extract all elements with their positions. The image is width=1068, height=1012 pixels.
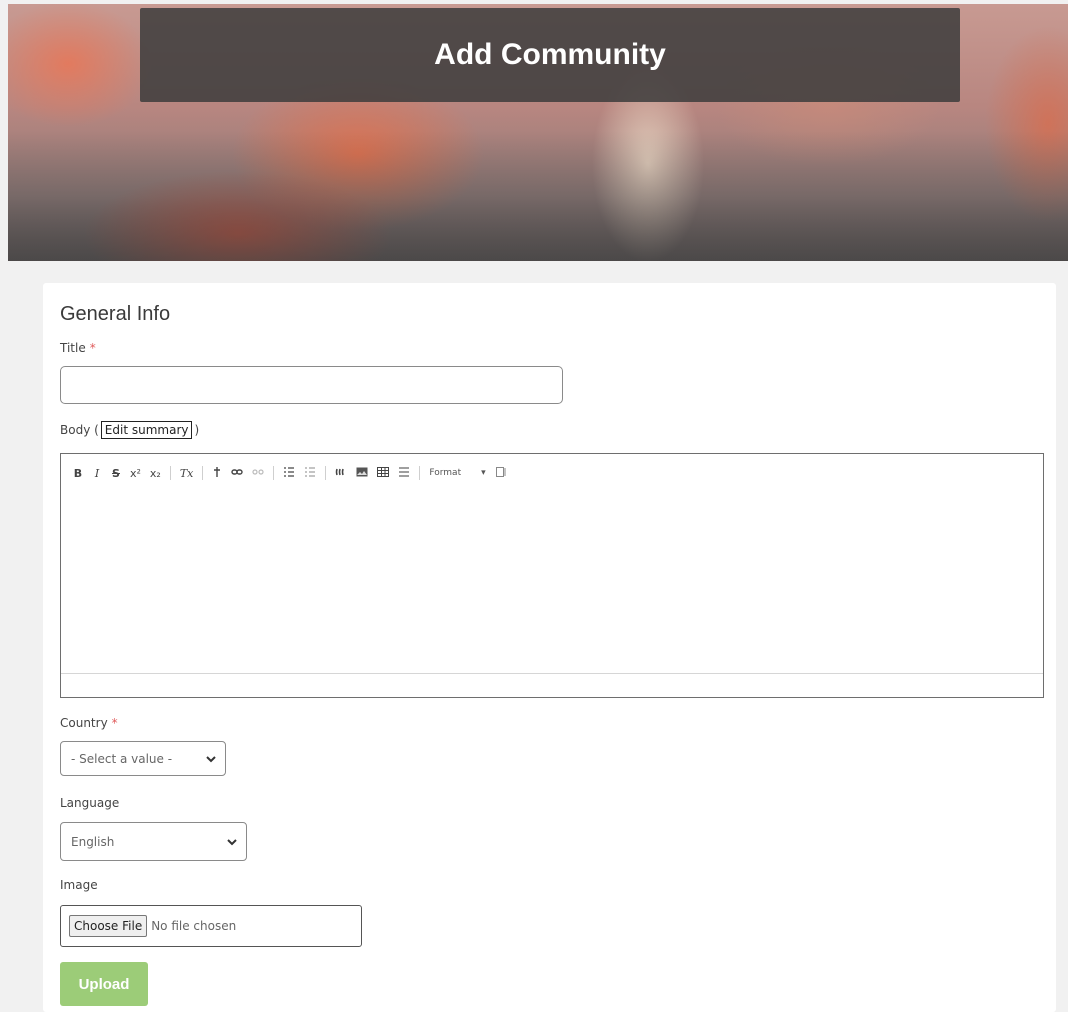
body-label: Body (Edit summary) [60,421,199,439]
edit-summary-button[interactable]: Edit summary [100,421,193,439]
bulleted-list-icon[interactable] [283,466,295,481]
subscript-button[interactable]: x₂ [150,467,161,480]
toolbar-separator [325,466,327,480]
required-mark: * [111,716,118,730]
anchor-icon[interactable] [212,466,222,481]
editor-status-bar [61,673,1043,697]
section-title: General Info [60,303,171,325]
remove-format-button[interactable]: Tx [180,467,194,480]
blockquote-icon[interactable] [335,467,347,480]
image-label: Image [60,878,98,892]
body-label-suffix: ) [194,423,200,437]
chevron-down-icon: ▾ [481,468,486,478]
country-select[interactable]: - Select a value - [60,741,226,776]
title-label-text: Title [60,341,86,355]
table-icon[interactable] [377,466,390,480]
format-dropdown[interactable]: Format ▾ [429,468,485,478]
horizontal-line-icon[interactable] [398,466,410,481]
title-input[interactable] [60,366,563,404]
page-title: Add Community [434,38,666,71]
superscript-button[interactable]: x² [130,467,141,480]
link-icon[interactable] [231,467,244,480]
hero-banner: Add Community [8,4,1068,261]
italic-button[interactable]: I [92,467,102,480]
toolbar-separator [202,466,204,480]
country-select-value: - Select a value - [71,751,173,766]
numbered-list-icon[interactable] [304,466,316,481]
form-card: General Info Title * Body (Edit summary) … [43,283,1056,1012]
image-file-input[interactable]: Choose File No file chosen [60,905,362,947]
chevron-down-icon [205,753,217,765]
toolbar-separator [419,466,421,480]
country-label: Country * [60,716,118,730]
choose-file-button[interactable]: Choose File [69,915,148,937]
format-label: Format [429,468,462,478]
file-status: No file chosen [151,919,237,933]
language-select-value: English [71,834,115,849]
country-label-text: Country [60,716,108,730]
body-editor[interactable]: B I S x² x₂ Tx Format ▾ [60,453,1044,698]
body-label-text: Body ( [60,423,99,437]
title-label: Title * [60,341,96,355]
image-icon[interactable] [356,467,368,480]
language-select[interactable]: English [60,822,247,861]
hero-title-bar: Add Community [140,8,960,102]
required-mark: * [89,341,96,355]
chevron-down-icon [226,836,238,848]
bold-button[interactable]: B [73,467,83,480]
strikethrough-button[interactable]: S [111,467,121,480]
language-label: Language [60,796,120,810]
upload-button[interactable]: Upload [60,962,148,1006]
toolbar-separator [273,466,275,480]
editor-toolbar: B I S x² x₂ Tx Format ▾ [73,464,507,482]
toolbar-separator [169,466,171,480]
source-icon[interactable] [495,466,507,481]
unlink-icon[interactable] [252,467,264,480]
